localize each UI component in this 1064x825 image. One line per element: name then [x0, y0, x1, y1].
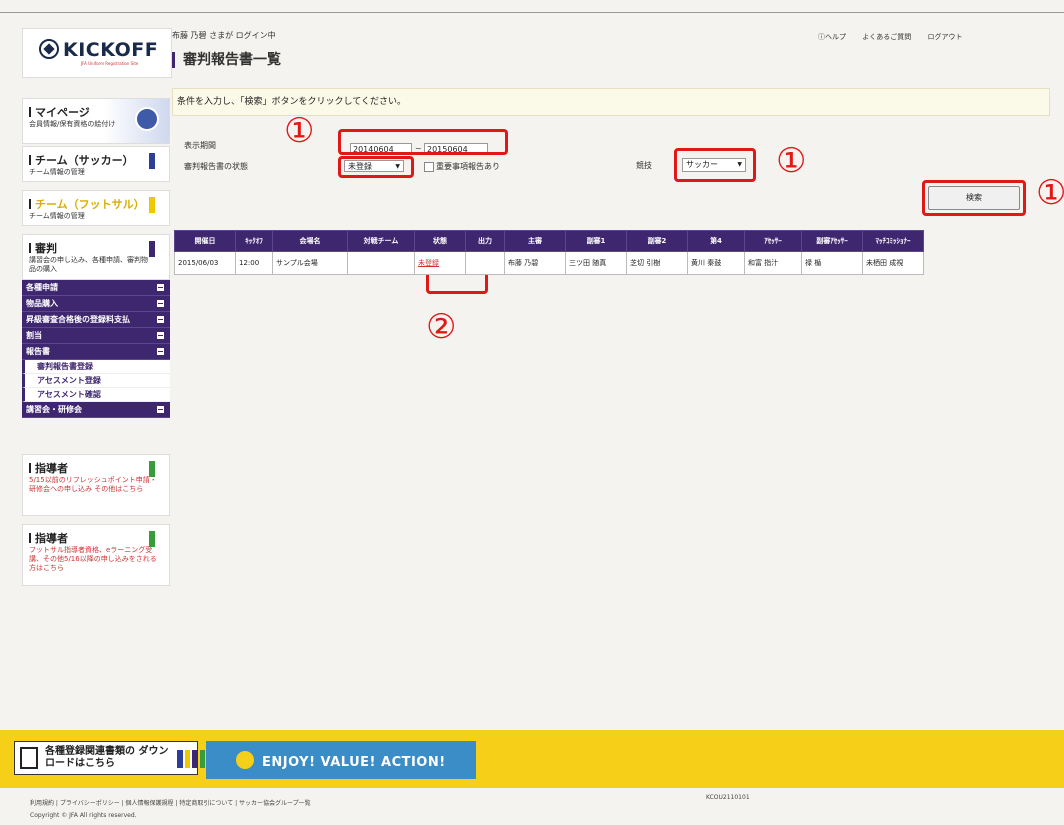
- table-header-row: 開催日 ｷｯｸｵﾌ 会場名 対戦チーム 状態 出力 主審 副審1 副審2 第4 …: [174, 230, 924, 252]
- menu-item-seminars[interactable]: 講習会・研修会: [22, 402, 170, 418]
- col-ar-assessor: 副審ｱｾｯｻｰ: [801, 230, 863, 252]
- footer-links[interactable]: 利用規約 | プライバシーポリシー | 個人情報保護規程 | 特定商取引について…: [30, 798, 311, 807]
- status-label: 審判報告書の状態: [184, 162, 248, 171]
- color-stripes: [177, 750, 205, 768]
- flag-icon: [149, 531, 155, 547]
- collapse-icon: [157, 332, 164, 339]
- col-output: 出力: [465, 230, 505, 252]
- sidebar-mypage[interactable]: マイページ 会員情報/保有資格の絵付け: [22, 98, 170, 144]
- download-banner[interactable]: 各種登録関連書類の ダウンロードはこちら: [14, 741, 205, 775]
- sidebar-team-futsal[interactable]: チーム（フットサル） チーム情報の管理: [22, 190, 170, 226]
- faq-link[interactable]: よくあるご質問: [862, 33, 911, 41]
- collapse-icon: [157, 300, 164, 307]
- annotation-one-date: ①: [284, 111, 315, 151]
- col-venue: 会場名: [272, 230, 348, 252]
- help-link[interactable]: ⓘヘルプ: [818, 33, 846, 41]
- highlight-search: [922, 180, 1026, 216]
- copyright: Copyright © JFA All rights reserved.: [30, 812, 137, 819]
- highlight-date-range: [338, 129, 508, 155]
- col-opponent: 対戦チーム: [347, 230, 415, 252]
- report-table: 開催日 ｷｯｸｵﾌ 会場名 対戦チーム 状態 出力 主審 副審1 副審2 第4 …: [174, 230, 924, 275]
- col-fourth: 第4: [687, 230, 745, 252]
- sport-label: 競技: [636, 161, 652, 170]
- logout-link[interactable]: ログアウト: [927, 33, 962, 41]
- collapse-icon: [157, 348, 164, 355]
- logo-subtitle: JFA Uniform Registration Site: [81, 61, 139, 66]
- col-status: 状態: [414, 230, 466, 252]
- soccer-ball-icon: [39, 39, 59, 59]
- flag-icon: [149, 153, 155, 169]
- col-kickoff: ｷｯｸｵﾌ: [235, 230, 273, 252]
- col-ar2: 副審2: [626, 230, 688, 252]
- referee-menu: 各種申請 物品購入 昇級審査合格後の登録料支払 割当 報告書 審判報告書登録 ア…: [22, 280, 170, 418]
- highlight-status: [338, 156, 414, 178]
- sidebar-instructor-1[interactable]: 指導者 5/15以前のリフレッシュポイント申請・研修会への申し込み その他はこち…: [22, 454, 170, 516]
- status-link[interactable]: 未登録: [414, 251, 466, 275]
- col-referee: 主審: [504, 230, 566, 252]
- menu-item-applications[interactable]: 各種申請: [22, 280, 170, 296]
- sidebar-instructor-2[interactable]: 指導者 フットサル指導者資格、eラーニング受講、その他5/16以降の申し込みをさ…: [22, 524, 170, 586]
- logo[interactable]: KICKOFF JFA Uniform Registration Site: [22, 28, 172, 78]
- menu-sub-referee-report[interactable]: 審判報告書登録: [22, 360, 170, 374]
- soccer-ball-icon: [236, 751, 254, 769]
- table-row: 2015/06/03 12:00 サンプル会場 未登録 布藤 乃碧 三ツ田 随真…: [174, 251, 924, 275]
- highlight-sport: [674, 148, 756, 182]
- page-title: 審判報告書一覧: [172, 52, 281, 68]
- document-icon: [20, 747, 38, 769]
- important-label: 重要事項報告あり: [436, 162, 500, 171]
- flag-icon: [149, 241, 155, 257]
- page-code: KCOU2110101: [706, 794, 750, 801]
- col-match-commissioner: ﾏｯﾁｺﾐｯｼｮﾅｰ: [862, 230, 924, 252]
- menu-item-promotion-fee[interactable]: 昇級審査合格後の登録料支払: [22, 312, 170, 328]
- login-status: 布藤 乃碧 さまが ログイン中: [172, 31, 276, 40]
- menu-item-purchase[interactable]: 物品購入: [22, 296, 170, 312]
- sidebar-referee[interactable]: 審判 講習会の申し込み、各種申請、審判物品の購入: [22, 234, 170, 280]
- menu-sub-assessment-register[interactable]: アセスメント登録: [22, 374, 170, 388]
- menu-item-assignment[interactable]: 割当: [22, 328, 170, 344]
- annotation-one-sport: ①: [776, 141, 807, 181]
- annotation-one-search: ①: [1036, 173, 1064, 213]
- top-divider: [0, 12, 1064, 13]
- col-date: 開催日: [174, 230, 236, 252]
- sidebar: KICKOFF JFA Uniform Registration Site マイ…: [22, 28, 172, 618]
- important-checkbox[interactable]: [424, 162, 434, 172]
- period-label: 表示期間: [184, 141, 216, 150]
- annotation-two: ②: [426, 307, 457, 347]
- logo-text: KICKOFF: [63, 39, 159, 61]
- flag-icon: [149, 197, 155, 213]
- collapse-icon: [157, 316, 164, 323]
- sidebar-team-soccer[interactable]: チーム（サッカー） チーム情報の管理: [22, 146, 170, 182]
- menu-sub-assessment-confirm[interactable]: アセスメント確認: [22, 388, 170, 402]
- col-ar1: 副審1: [565, 230, 627, 252]
- collapse-icon: [157, 406, 164, 413]
- enjoy-banner[interactable]: ENJOY! VALUE! ACTION!: [206, 741, 476, 779]
- col-assessor: ｱｾｯｻｰ: [744, 230, 802, 252]
- collapse-icon: [157, 284, 164, 291]
- soccer-ball-icon: [135, 107, 159, 131]
- flag-icon: [149, 461, 155, 477]
- menu-item-reports[interactable]: 報告書: [22, 344, 170, 360]
- top-links: ⓘヘルプ よくあるご質問 ログアウト: [818, 32, 976, 42]
